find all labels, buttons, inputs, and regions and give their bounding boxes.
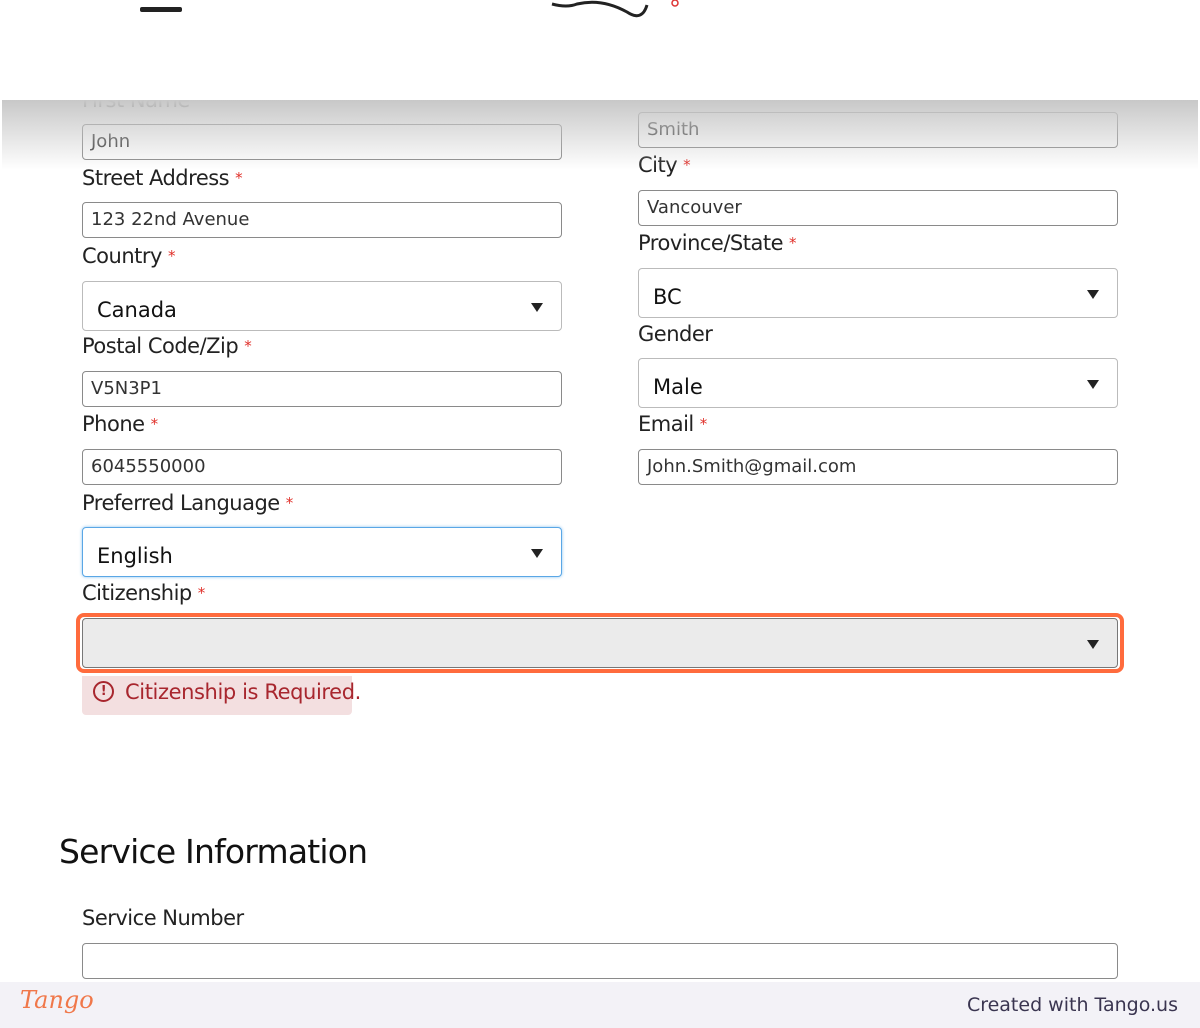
chevron-down-icon (1087, 290, 1099, 299)
province-value: BC (653, 285, 682, 309)
section-heading: Service Information (59, 832, 368, 871)
country-select[interactable]: Canada (82, 281, 562, 331)
country-value: Canada (97, 298, 177, 322)
phone-label: Phone * (82, 412, 158, 436)
last-name-input[interactable]: Smith (638, 112, 1118, 148)
province-label: Province/State * (638, 231, 797, 255)
chevron-down-icon (1087, 380, 1099, 389)
site-header (2, 0, 1198, 100)
preferred-language-select[interactable]: English (82, 527, 562, 577)
gender-label: Gender (638, 322, 713, 346)
first-name-input[interactable]: John (82, 124, 562, 160)
postal-code-label: Postal Code/Zip * (82, 334, 252, 358)
phone-input[interactable]: 6045550000 (82, 449, 562, 485)
citizenship-label: Citizenship * (82, 581, 205, 605)
street-address-label: Street Address * (82, 166, 243, 190)
chevron-down-icon (531, 303, 543, 312)
error-text: Citizenship is Required. (125, 680, 361, 704)
email-input[interactable]: John.Smith@gmail.com (638, 449, 1118, 485)
chevron-down-icon (1087, 640, 1099, 649)
email-label: Email * (638, 412, 707, 436)
hamburger-icon[interactable] (140, 7, 182, 12)
street-address-input[interactable]: 123 22nd Avenue (82, 202, 562, 238)
service-number-label: Service Number (82, 906, 244, 930)
language-value: English (97, 544, 173, 568)
alert-circle-icon: ! (93, 681, 114, 702)
footer-credit[interactable]: Created with Tango.us (967, 994, 1178, 1016)
gender-value: Male (653, 375, 703, 399)
province-select[interactable]: BC (638, 268, 1118, 318)
footer: Tango Created with Tango.us (0, 982, 1200, 1028)
service-number-input[interactable] (82, 943, 1118, 979)
city-label: City * (638, 153, 691, 177)
city-input[interactable]: Vancouver (638, 190, 1118, 226)
preferred-language-label: Preferred Language * (82, 491, 293, 515)
signature-logo[interactable] (547, 0, 692, 22)
citizenship-error: ! Citizenship is Required. (82, 676, 361, 715)
citizenship-select[interactable] (82, 618, 1118, 668)
gender-select[interactable]: Male (638, 358, 1118, 408)
postal-code-input[interactable]: V5N3P1 (82, 371, 562, 407)
chevron-down-icon (531, 549, 543, 558)
tango-logo[interactable]: Tango (20, 986, 94, 1014)
country-label: Country * (82, 244, 175, 268)
